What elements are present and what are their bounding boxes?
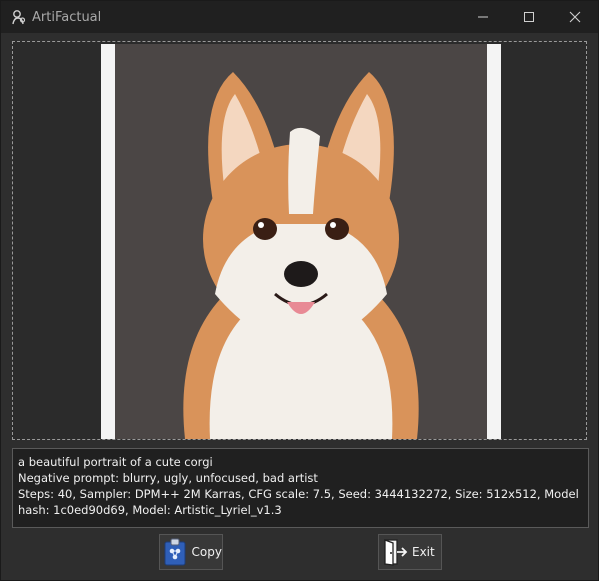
- window-title: ArtiFactual: [32, 9, 102, 25]
- generation-params-text: Steps: 40, Sampler: DPM++ 2M Karras, CFG…: [18, 487, 579, 517]
- image-border-left: [101, 44, 115, 439]
- close-icon: [569, 11, 581, 23]
- corgi-portrait-image: [183, 72, 419, 439]
- window-controls: [460, 1, 598, 33]
- app-logo-icon: [10, 8, 28, 26]
- copy-button-label: Copy: [191, 545, 222, 559]
- generated-image[interactable]: [115, 44, 487, 439]
- title-bar[interactable]: ArtiFactual: [1, 1, 598, 33]
- prompt-text: a beautiful portrait of a cute corgi: [18, 455, 213, 469]
- door-exit-icon: [381, 537, 409, 567]
- minimize-button[interactable]: [460, 1, 506, 33]
- image-border-right: [487, 44, 501, 439]
- image-panel: [12, 41, 587, 440]
- negative-prompt-text: Negative prompt: blurry, ugly, unfocused…: [18, 471, 318, 485]
- copy-button[interactable]: Copy: [159, 534, 223, 570]
- maximize-icon: [524, 12, 534, 22]
- minimize-icon: [478, 16, 488, 18]
- maximize-button[interactable]: [506, 1, 552, 33]
- generation-info-textbox[interactable]: a beautiful portrait of a cute corgi Neg…: [12, 448, 589, 528]
- close-button[interactable]: [552, 1, 598, 33]
- exit-button[interactable]: Exit: [378, 534, 442, 570]
- clipboard-icon: [162, 537, 189, 567]
- exit-button-label: Exit: [412, 545, 435, 559]
- app-window: ArtiFactual a beautiful portrait of a cu…: [0, 0, 599, 581]
